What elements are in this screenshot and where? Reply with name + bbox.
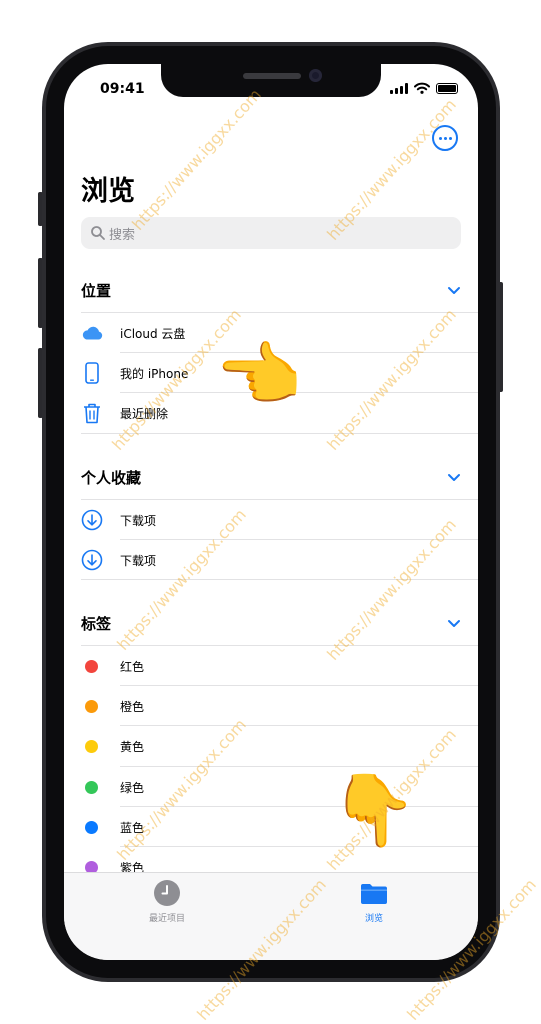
status-time: 09:41 xyxy=(100,81,145,97)
trash-icon xyxy=(81,402,103,424)
tag-item-label: 蓝色 xyxy=(120,820,145,835)
tab-bar: 最近项目 浏览 xyxy=(64,872,478,960)
tag-item-label: 橙色 xyxy=(120,699,145,714)
search-field[interactable]: 搜索 xyxy=(81,217,461,249)
tab-recents-label: 最近项目 xyxy=(148,914,185,924)
blue-tag-dot xyxy=(85,820,98,834)
cellular-signal-icon xyxy=(390,82,408,94)
orange-tag-dot xyxy=(85,699,98,713)
iphone-icon xyxy=(81,362,103,384)
favorite-item-downloads[interactable]: 下载项 xyxy=(81,540,461,580)
tag-item-label: 绿色 xyxy=(120,780,145,795)
folder-icon xyxy=(361,884,387,904)
green-tag-dot xyxy=(85,780,98,794)
tag-item-red[interactable]: 红色 xyxy=(81,646,461,686)
location-item-label: iCloud 云盘 xyxy=(120,326,186,341)
wifi-icon xyxy=(414,82,430,94)
tab-recents[interactable]: 最近项目 xyxy=(107,879,227,924)
tags-section-header[interactable]: 标签 xyxy=(81,608,461,638)
page-title: 浏览 xyxy=(81,176,135,207)
more-options-button[interactable] xyxy=(432,125,458,151)
tab-browse[interactable]: 浏览 xyxy=(314,879,434,924)
favorite-item-label: 下载项 xyxy=(120,513,157,528)
favorites-section-title: 个人收藏 xyxy=(81,468,142,487)
chevron-down-icon[interactable] xyxy=(447,616,461,630)
search-icon xyxy=(91,226,105,240)
battery-icon xyxy=(436,82,458,94)
locations-section-header[interactable]: 位置 xyxy=(81,275,461,305)
tags-section-title: 标签 xyxy=(81,614,112,633)
favorite-item-label: 下载项 xyxy=(120,553,157,568)
red-tag-dot xyxy=(85,659,98,673)
notch xyxy=(161,64,381,97)
pointing-hand-down-icon: 👇 xyxy=(330,769,418,851)
divider xyxy=(81,433,478,434)
favorite-item-downloads[interactable]: 下载项 xyxy=(81,500,461,540)
tag-item-orange[interactable]: 橙色 xyxy=(81,686,461,726)
divider xyxy=(81,579,478,580)
icloud-icon xyxy=(81,322,103,344)
speaker xyxy=(243,73,301,79)
front-camera xyxy=(309,69,322,82)
location-item-label: 我的 iPhone xyxy=(120,366,189,381)
chevron-down-icon[interactable] xyxy=(447,283,461,297)
tag-item-yellow[interactable]: 黄色 xyxy=(81,726,461,766)
favorites-section-header[interactable]: 个人收藏 xyxy=(81,462,461,492)
tab-browse-label: 浏览 xyxy=(364,914,383,924)
yellow-tag-dot xyxy=(85,739,98,753)
download-icon xyxy=(81,509,103,531)
location-item-label: 最近删除 xyxy=(120,406,169,421)
tag-item-label: 黄色 xyxy=(120,739,145,754)
pointing-hand-left-icon: 👈 xyxy=(215,334,303,416)
search-placeholder: 搜索 xyxy=(109,227,136,243)
download-icon xyxy=(81,549,103,571)
status-icons xyxy=(390,82,458,94)
clock-icon xyxy=(154,880,180,906)
locations-section-title: 位置 xyxy=(81,281,112,300)
chevron-down-icon[interactable] xyxy=(447,470,461,484)
tag-item-label: 红色 xyxy=(120,659,145,674)
